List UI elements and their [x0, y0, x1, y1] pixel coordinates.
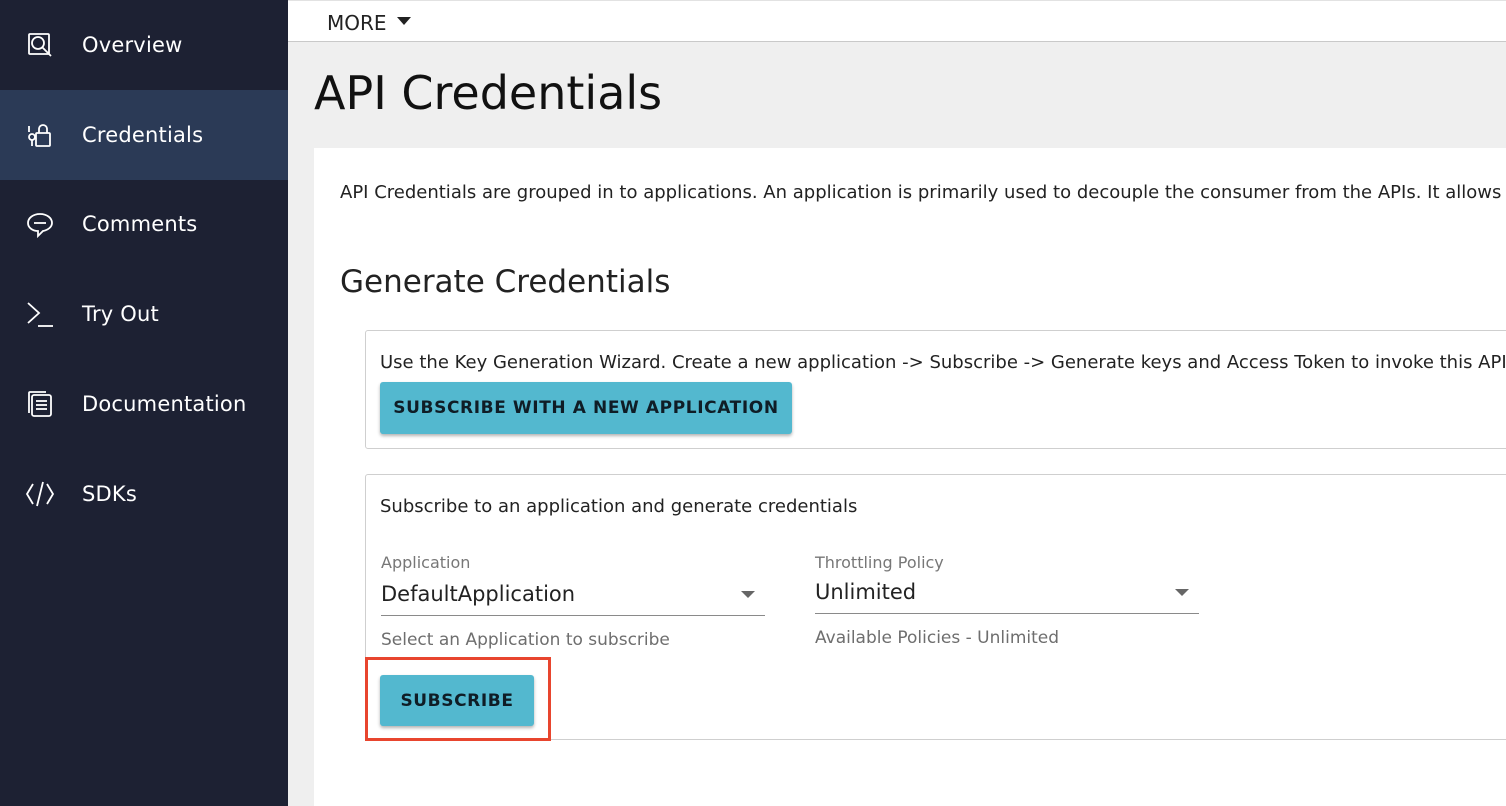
throttling-policy-label: Throttling Policy [815, 553, 944, 572]
sidebar-item-label: Overview [82, 33, 183, 57]
dropdown-arrow-icon [1175, 589, 1189, 596]
application-label: Application [381, 553, 471, 572]
sidebar-item-label: Credentials [82, 123, 204, 147]
sidebar-item-credentials[interactable]: Credentials [0, 90, 288, 180]
subscribe-highlight-box [365, 657, 551, 741]
more-menu-button[interactable]: MORE [327, 11, 411, 35]
dropdown-arrow-icon [741, 591, 755, 598]
sidebar-item-comments[interactable]: Comments [0, 179, 288, 269]
code-brackets-icon [24, 478, 56, 510]
more-menu-label: MORE [327, 11, 387, 35]
throttling-policy-value: Unlimited [815, 580, 917, 604]
sidebar-item-sdks[interactable]: SDKs [0, 449, 288, 539]
application-select[interactable]: DefaultApplication [381, 577, 765, 616]
key-generation-wizard-box: Use the Key Generation Wizard. Create a … [365, 330, 1506, 449]
sidebar: Overview Credentials Comments Try Out Do… [0, 0, 288, 806]
throttling-policy-helper-text: Available Policies - Unlimited [815, 628, 1060, 648]
subscribe-heading: Subscribe to an application and generate… [380, 496, 858, 517]
sidebar-item-overview[interactable]: Overview [0, 0, 288, 90]
page-title: API Credentials [314, 66, 663, 120]
sidebar-item-label: SDKs [82, 482, 138, 506]
subscribe-new-application-button[interactable]: SUBSCRIBE WITH A NEW APPLICATION [380, 382, 792, 434]
comment-bubble-icon [24, 208, 56, 240]
credentials-lock-icon [24, 119, 56, 151]
top-bar: MORE [288, 0, 1506, 42]
wizard-description: Use the Key Generation Wizard. Create a … [380, 352, 1506, 373]
intro-text: API Credentials are grouped in to applic… [340, 182, 1506, 203]
sidebar-item-label: Try Out [82, 302, 159, 326]
terminal-prompt-icon [24, 298, 56, 330]
caret-down-icon [396, 17, 411, 25]
sidebar-item-label: Comments [82, 212, 198, 236]
application-value: DefaultApplication [381, 582, 576, 606]
throttling-policy-select[interactable]: Unlimited [815, 575, 1199, 614]
sidebar-item-label: Documentation [82, 392, 247, 416]
sidebar-item-documentation[interactable]: Documentation [0, 359, 288, 449]
sidebar-item-try-out[interactable]: Try Out [0, 269, 288, 359]
section-title: Generate Credentials [340, 264, 671, 300]
document-stack-icon [24, 388, 56, 420]
application-helper-text: Select an Application to subscribe [381, 630, 670, 650]
search-document-icon [24, 29, 56, 61]
